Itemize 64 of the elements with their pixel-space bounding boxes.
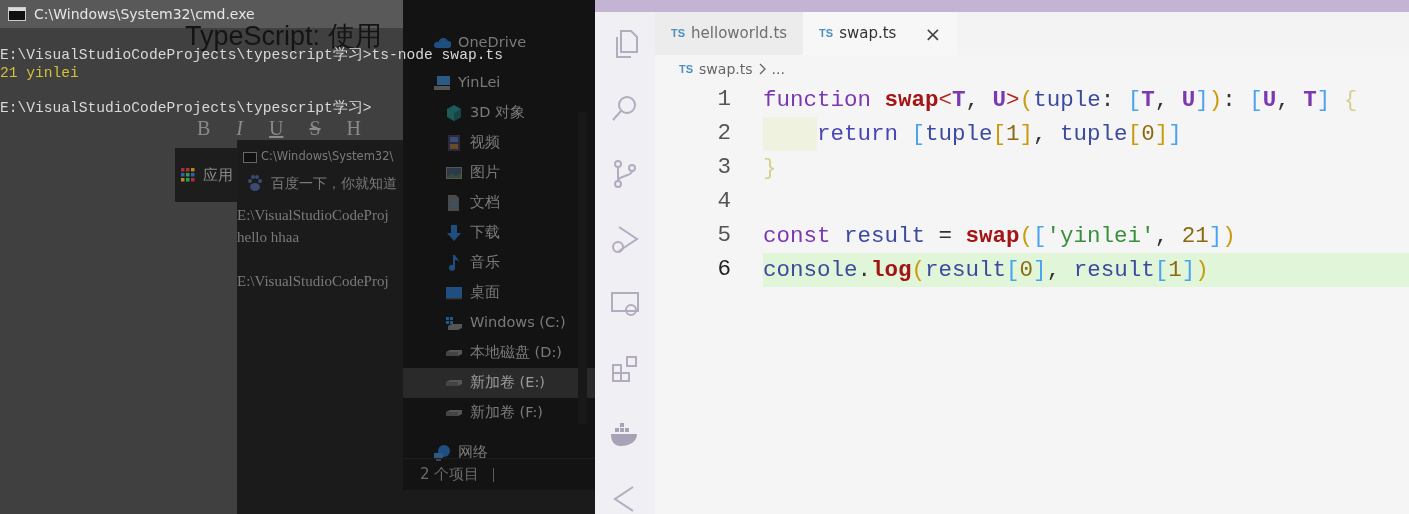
format-button[interactable]: I — [236, 118, 243, 138]
cube-icon — [445, 104, 463, 122]
paw-icon — [247, 174, 263, 192]
file-type-label: TS — [819, 26, 834, 42]
nav-item[interactable]: YinLei — [403, 72, 595, 94]
document-icon — [447, 194, 461, 212]
terminal-line: E:\VisualStudioCodeProj — [237, 272, 390, 291]
drive-icon — [445, 409, 463, 417]
nav-item[interactable]: 桌面 — [403, 282, 595, 304]
film-icon — [447, 134, 461, 152]
nav-item[interactable]: 新加卷 (F:) — [403, 402, 595, 424]
line-number: 2 — [716, 119, 731, 149]
globe-icon — [433, 444, 451, 462]
drive-icon — [445, 349, 463, 357]
editor-tab[interactable]: TS swap.ts × — [803, 12, 958, 55]
monitor-icon — [445, 286, 463, 300]
nav-item[interactable]: 3D 对象 — [403, 102, 595, 124]
nav-item[interactable]: 下载 — [403, 222, 595, 244]
breadcrumb-item[interactable]: swap.ts — [699, 58, 753, 80]
window-title: C:\Windows\System32\cmd.exe — [34, 4, 255, 24]
format-button[interactable]: U — [269, 118, 284, 138]
music-note-icon — [448, 254, 460, 272]
code-line: const result = swap(['yinlei', 21]) — [763, 222, 1237, 251]
code-line: return [tuple[1], tuple[0]] — [763, 117, 1409, 151]
line-number: 4 — [716, 187, 731, 217]
computer-icon — [433, 75, 451, 91]
chevron-right-icon — [758, 63, 766, 75]
nav-item[interactable]: 图片 — [403, 162, 595, 184]
apps-grid-icon — [181, 168, 195, 182]
file-type-label: TS — [671, 26, 686, 42]
run-debug-icon[interactable] — [609, 223, 641, 255]
terminal-line: 21 yinlei — [0, 64, 79, 82]
nav-item[interactable]: Windows (C:) — [403, 312, 595, 334]
code-line: function swap<T, U>(tuple: [T, U]): [U, T] { — [763, 86, 1359, 115]
breadcrumb-item[interactable]: ... — [771, 58, 785, 80]
nav-item[interactable]: 本地磁盘 (D:) — [403, 342, 595, 364]
drive-icon — [445, 379, 463, 387]
line-number: 5 — [716, 221, 731, 251]
nav-item[interactable]: 文档 — [403, 192, 595, 214]
terminal-line: E:\VisualStudioCodeProjects\typescript学习> — [0, 99, 372, 117]
cloud-icon — [433, 38, 451, 48]
download-icon — [446, 224, 462, 242]
nav-item[interactable]: 视频 — [403, 132, 595, 154]
terminal-icon — [8, 7, 26, 21]
line-number: 1 — [716, 85, 731, 115]
format-button[interactable]: S — [309, 118, 321, 138]
bookmark-link[interactable]: 百度一下，你就知道 — [271, 172, 397, 194]
terminal-line: hello hhaa — [237, 228, 301, 247]
drive-icon — [445, 316, 463, 330]
close-icon[interactable]: × — [924, 23, 942, 44]
format-button[interactable]: B — [197, 118, 211, 138]
editor-tab[interactable]: TS helloworld.ts — [655, 12, 804, 55]
status-text: 2 个项目 — [420, 464, 480, 486]
file-type-label: TS — [679, 61, 694, 77]
nav-item[interactable]: 音乐 — [403, 252, 595, 274]
nav-item[interactable]: 网络 — [403, 442, 595, 464]
format-button[interactable]: H — [346, 118, 362, 138]
terminal-line: E:\VisualStudioCodeProj — [237, 206, 390, 225]
terminal-icon — [243, 151, 257, 163]
tab-title[interactable]: C:\Windows\System32\ — [261, 148, 394, 166]
picture-icon — [445, 166, 463, 180]
line-number: 3 — [716, 153, 731, 183]
code-line: } — [763, 154, 778, 183]
line-number: 6 — [716, 255, 731, 285]
